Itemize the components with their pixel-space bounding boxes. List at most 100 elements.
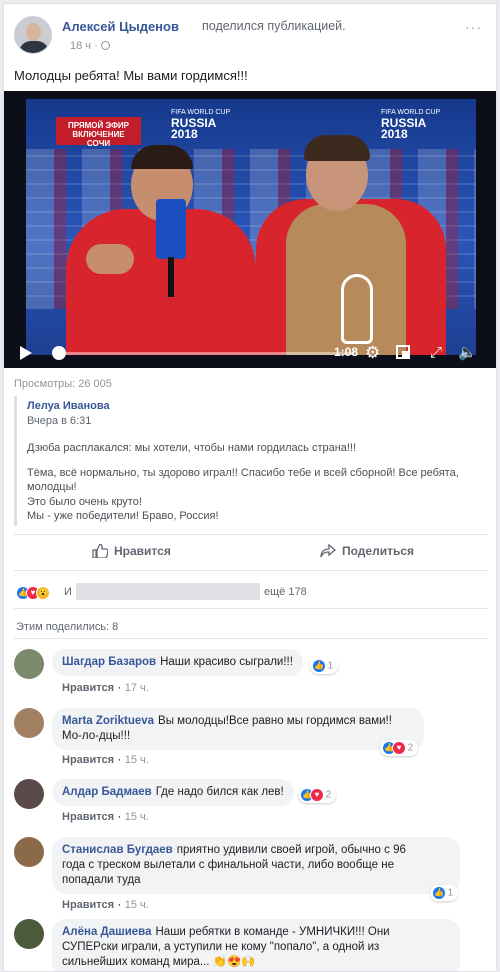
commenter-avatar[interactable] xyxy=(14,779,44,809)
author-name[interactable]: Алексей Цыденов xyxy=(62,19,179,34)
divider xyxy=(14,608,488,609)
share-icon xyxy=(320,543,337,558)
comment-reactions[interactable]: 👍 ♥ 2 xyxy=(380,740,419,756)
shared-quote: Лелуа Иванова Вчера в 6:31 Дзюба расплак… xyxy=(14,396,488,526)
quote-line: Дзюба расплакался: мы хотели, чтобы нами… xyxy=(27,442,357,454)
comment-like-button[interactable]: Нравится xyxy=(62,899,114,911)
comment-text: Наши ребятки в команде - УМНИЧКИ!!! Они xyxy=(155,926,390,938)
comment-text: попадали туда xyxy=(62,874,141,886)
comment-bubble: Алёна Дашиева Наши ребятки в команде - УМ… xyxy=(52,919,460,971)
like-reaction-icon: 👍 xyxy=(432,886,446,900)
commenter-avatar[interactable] xyxy=(14,837,44,867)
worldcup-logo-left: FIFA WORLD CUP RUSSIA 2018 xyxy=(171,107,230,140)
commenter-avatar[interactable] xyxy=(14,919,44,949)
view-count: Просмотры: 26 005 xyxy=(14,378,112,390)
blurred-names xyxy=(76,583,260,600)
comment-emoji: 👏😍🙌 xyxy=(212,956,256,968)
share-label: Поделиться xyxy=(342,544,415,558)
progress-handle[interactable] xyxy=(52,346,66,360)
video-time: 1:08 xyxy=(334,345,359,359)
comment-footer: Нравится · 15 ч. xyxy=(62,809,149,823)
comment-time[interactable]: 15 ч. xyxy=(125,899,149,911)
comment-footer: Нравится · 15 ч. xyxy=(62,897,149,911)
post-time[interactable]: 18 ч · xyxy=(70,40,110,52)
share-count[interactable]: Этим поделились: 8 xyxy=(16,621,118,633)
post-header: Алексей Цыденов поделился публикацией. 1… xyxy=(14,16,484,56)
comment-reactions[interactable]: 👍 1 xyxy=(310,658,339,674)
comment-text: СУПЕРски играли, а уступили не кому "поп… xyxy=(62,941,380,953)
reaction-count: 1 xyxy=(327,660,334,672)
comment-bubble: Marta Zoriktueva Вы молодцы!Все равно мы … xyxy=(52,708,424,750)
gear-icon[interactable]: ⚙ xyxy=(365,344,380,361)
reaction-count: 2 xyxy=(325,789,332,801)
commenter-avatar[interactable] xyxy=(14,708,44,738)
comment-text: Вы молодцы!Все равно мы гордимся вами!! xyxy=(158,715,392,727)
love-reaction-icon: ♥ xyxy=(392,741,406,755)
comment: Marta Zoriktueva Вы молодцы!Все равно мы … xyxy=(14,708,488,768)
divider xyxy=(14,638,488,639)
post-text: Молодцы ребята! Мы вами гордимся!!! xyxy=(14,68,248,83)
comment-reactions[interactable]: 👍 1 xyxy=(430,885,459,901)
quote-line: Тёма, всё нормально, ты здорово играл!! … xyxy=(27,467,459,493)
comment-text: сильнейших команд мира... xyxy=(62,956,210,968)
post-time-text[interactable]: 18 ч · xyxy=(70,40,98,52)
comment-bubble: Шагдар Базаров Наши красиво сыграли!!! xyxy=(52,649,303,676)
reaction-count[interactable]: ещё 178 xyxy=(264,586,307,598)
author-avatar[interactable] xyxy=(14,16,52,54)
quote-author[interactable]: Лелуа Иванова xyxy=(27,400,110,412)
video-player[interactable]: ПРЯМОЙ ЭФИР ВКЛЮЧЕНИЕ СОЧИ FIFA WORLD CU… xyxy=(4,91,496,368)
video-frame: ПРЯМОЙ ЭФИР ВКЛЮЧЕНИЕ СОЧИ FIFA WORLD CU… xyxy=(26,99,476,355)
more-options-button[interactable]: ··· xyxy=(465,19,482,35)
commenter-name[interactable]: Шагдар Базаров xyxy=(62,656,156,668)
comment-footer: Нравится · 17 ч. xyxy=(62,680,149,694)
quote-line: Это было очень круто! xyxy=(27,496,142,508)
microphone xyxy=(156,199,186,297)
progress-track[interactable] xyxy=(54,352,354,355)
comment-text: Где надо бился как лев! xyxy=(155,786,284,798)
comment-reactions[interactable]: 👍 ♥ 2 xyxy=(298,787,337,803)
divider xyxy=(14,534,488,535)
live-label: ПРЯМОЙ ЭФИР xyxy=(68,121,129,130)
like-label: Нравится xyxy=(114,544,171,558)
volume-icon[interactable]: 🔈 xyxy=(458,343,477,361)
commenter-name[interactable]: Marta Zoriktueva xyxy=(62,715,154,727)
reaction-count: 2 xyxy=(407,742,414,754)
comment-time[interactable]: 15 ч. xyxy=(125,811,149,823)
post-card: Алексей Цыденов поделился публикацией. 1… xyxy=(3,3,497,972)
comment-like-button[interactable]: Нравится xyxy=(62,811,114,823)
comment-like-button[interactable]: Нравится xyxy=(62,682,114,694)
thumbs-up-icon xyxy=(92,543,109,559)
divider xyxy=(14,570,488,571)
comment-text: приятно удивили своей игрой, обычно с 96 xyxy=(176,844,406,856)
quote-line: Мы - уже победители! Браво, Россия! xyxy=(27,510,219,522)
commenter-name[interactable]: Алдар Бадмаев xyxy=(62,786,152,798)
reaction-icons[interactable]: 👍 ♥ 😮 xyxy=(16,585,50,600)
like-reaction-icon: 👍 xyxy=(312,659,326,673)
commenter-name[interactable]: Алёна Дашиева xyxy=(62,926,152,938)
picture-in-picture-icon[interactable] xyxy=(396,345,410,359)
comment-bubble: Станислав Бугдаев приятно удивили своей и… xyxy=(52,837,460,894)
reaction-count: 1 xyxy=(447,887,454,899)
commenter-name[interactable]: Станислав Бугдаев xyxy=(62,844,173,856)
commenter-avatar[interactable] xyxy=(14,649,44,679)
like-button[interactable]: Нравится xyxy=(92,543,171,559)
comment-text: года с треском вылетали с финальной част… xyxy=(62,859,394,871)
trophy-emblem xyxy=(341,274,373,344)
wow-reaction-icon: 😮 xyxy=(36,585,50,600)
worldcup-logo-right: FIFA WORLD CUP RUSSIA 2018 xyxy=(381,107,440,140)
comment-bubble: Алдар Бадмаев Где надо бился как лев! xyxy=(52,779,294,806)
comment-time[interactable]: 17 ч. xyxy=(125,682,149,694)
play-icon[interactable] xyxy=(20,346,32,360)
shared-text: поделился публикацией. xyxy=(202,19,346,33)
love-reaction-icon: ♥ xyxy=(310,788,324,802)
share-button[interactable]: Поделиться xyxy=(320,543,415,558)
broadcast-label: ВКЛЮЧЕНИЕ xyxy=(72,130,125,139)
comment-time[interactable]: 15 ч. xyxy=(125,754,149,766)
comment: Станислав Бугдаев приятно удивили своей и… xyxy=(14,837,488,912)
fullscreen-icon[interactable]: ⤢ xyxy=(430,344,442,361)
comment-text: Наши красиво сыграли!!! xyxy=(160,656,293,668)
comment: Алёна Дашиева Наши ребятки в команде - УМ… xyxy=(14,919,488,971)
comment-like-button[interactable]: Нравится xyxy=(62,754,114,766)
reaction-prefix: И xyxy=(64,586,72,598)
quote-time[interactable]: Вчера в 6:31 xyxy=(27,415,91,427)
